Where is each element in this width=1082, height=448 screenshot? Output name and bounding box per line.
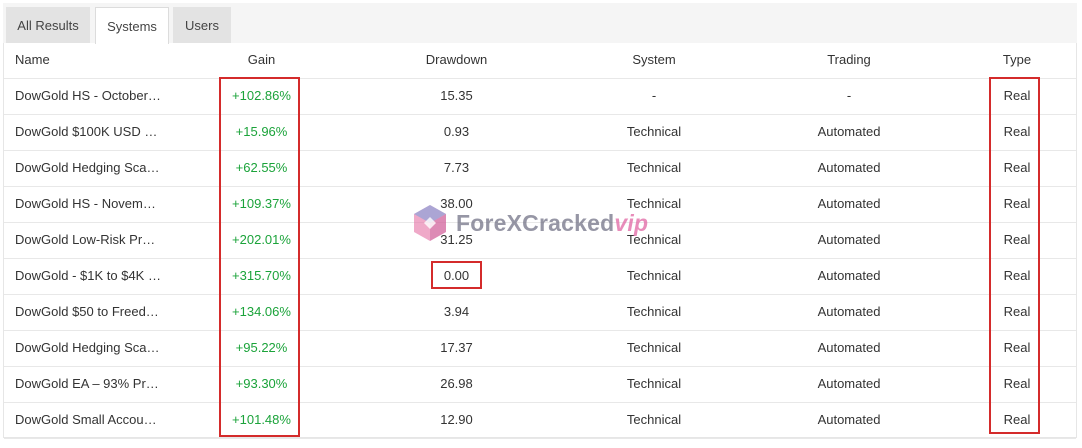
row-gain: +102.86% <box>232 88 291 103</box>
row-gain: +134.06% <box>232 304 291 319</box>
row-drawdown: 3.94 <box>443 304 470 319</box>
column-header-trading[interactable]: Trading <box>784 43 914 79</box>
row-type: Real <box>1003 196 1031 211</box>
row-type: Real <box>1003 88 1031 103</box>
table-row[interactable]: DowGold Hedging Sca… +62.55% 7.73 Technical… <box>4 151 1076 187</box>
row-type: Real <box>1003 412 1031 427</box>
row-name[interactable]: DowGold HS - Novem… <box>15 187 165 223</box>
row-system: Technical <box>626 124 682 139</box>
row-trading: Automated <box>817 304 881 319</box>
row-gain: +202.01% <box>232 232 291 247</box>
tab-users[interactable]: Users <box>173 7 231 43</box>
row-trading: Automated <box>817 232 881 247</box>
row-type: Real <box>1003 340 1031 355</box>
row-name[interactable]: DowGold Hedging Sca… <box>15 151 165 187</box>
tab-bar: All Results Systems Users <box>3 3 1077 44</box>
row-drawdown: 31.25 <box>440 232 473 247</box>
row-drawdown: 38.00 <box>440 196 473 211</box>
row-name[interactable]: DowGold - $1K to $4K … <box>15 259 165 295</box>
row-type: Real <box>1003 232 1031 247</box>
row-trading: Automated <box>817 124 881 139</box>
row-gain: +101.48% <box>232 412 291 427</box>
row-drawdown: 0.00 <box>443 268 470 283</box>
row-drawdown: 26.98 <box>440 376 473 391</box>
row-name[interactable]: DowGold Small Accou… <box>15 403 165 439</box>
tab-all-results[interactable]: All Results <box>6 7 90 43</box>
row-trading: Automated <box>817 376 881 391</box>
row-system: Technical <box>626 340 682 355</box>
column-header-system[interactable]: System <box>594 43 714 79</box>
row-gain: +95.22% <box>235 340 288 355</box>
table-row[interactable]: DowGold EA – 93% Pr… +93.30% 26.98 Technica… <box>4 367 1076 403</box>
row-trading: Automated <box>817 196 881 211</box>
column-header-type[interactable]: Type <box>991 43 1043 79</box>
table-row[interactable]: DowGold Small Accou… +101.48% 12.90 Technic… <box>4 403 1076 439</box>
table-row[interactable]: DowGold HS - October… +102.86% 15.35 - - Real <box>4 79 1076 115</box>
row-gain: +109.37% <box>232 196 291 211</box>
row-system: Technical <box>626 196 682 211</box>
row-trading: Automated <box>817 160 881 175</box>
table-row[interactable]: DowGold Low-Risk Pr… +202.01% 31.25 Technic… <box>4 223 1076 259</box>
row-system: Technical <box>626 268 682 283</box>
table-row[interactable]: DowGold HS - Novem… +109.37% 38.00 Technica… <box>4 187 1076 223</box>
row-drawdown: 7.73 <box>443 160 470 175</box>
row-type: Real <box>1003 124 1031 139</box>
table-row[interactable]: DowGold - $1K to $4K … +315.70% 0.00 Techni… <box>4 259 1076 295</box>
row-gain: +62.55% <box>235 160 288 175</box>
row-system: Technical <box>626 232 682 247</box>
row-name[interactable]: DowGold Hedging Sca… <box>15 331 165 367</box>
column-header-name[interactable]: Name <box>15 43 165 79</box>
row-trading: Automated <box>817 412 881 427</box>
row-type: Real <box>1003 304 1031 319</box>
row-type: Real <box>1003 376 1031 391</box>
row-name[interactable]: DowGold $100K USD … <box>15 115 165 151</box>
row-drawdown: 17.37 <box>440 340 473 355</box>
column-header-gain[interactable]: Gain <box>219 43 304 79</box>
table-header: Name Gain Drawdown System Trading Type <box>4 43 1076 79</box>
row-system: - <box>651 88 657 103</box>
row-drawdown: 15.35 <box>440 88 473 103</box>
row-type: Real <box>1003 160 1031 175</box>
row-name[interactable]: DowGold EA – 93% Pr… <box>15 367 165 403</box>
tab-systems[interactable]: Systems <box>95 7 169 44</box>
row-name[interactable]: DowGold Low-Risk Pr… <box>15 223 165 259</box>
table-row[interactable]: DowGold $50 to Freed… +134.06% 3.94 Technic… <box>4 295 1076 331</box>
row-trading: Automated <box>817 340 881 355</box>
row-trading: Automated <box>817 268 881 283</box>
row-gain: +15.96% <box>235 124 288 139</box>
row-name[interactable]: DowGold $50 to Freed… <box>15 295 165 331</box>
table-row[interactable]: DowGold Hedging Sca… +95.22% 17.37 Technica… <box>4 331 1076 367</box>
column-header-drawdown[interactable]: Drawdown <box>409 43 504 79</box>
row-trading: - <box>846 88 852 103</box>
row-type: Real <box>1003 268 1031 283</box>
row-drawdown: 0.93 <box>443 124 470 139</box>
row-system: Technical <box>626 412 682 427</box>
row-system: Technical <box>626 376 682 391</box>
row-drawdown: 12.90 <box>440 412 473 427</box>
row-system: Technical <box>626 160 682 175</box>
table-row[interactable]: DowGold $100K USD … +15.96% 0.93 Technical A… <box>4 115 1076 151</box>
row-gain: +315.70% <box>232 268 291 283</box>
row-name[interactable]: DowGold HS - October… <box>15 79 165 115</box>
row-gain: +93.30% <box>235 376 288 391</box>
results-table: Name Gain Drawdown System Trading Type D… <box>3 43 1077 439</box>
row-system: Technical <box>626 304 682 319</box>
